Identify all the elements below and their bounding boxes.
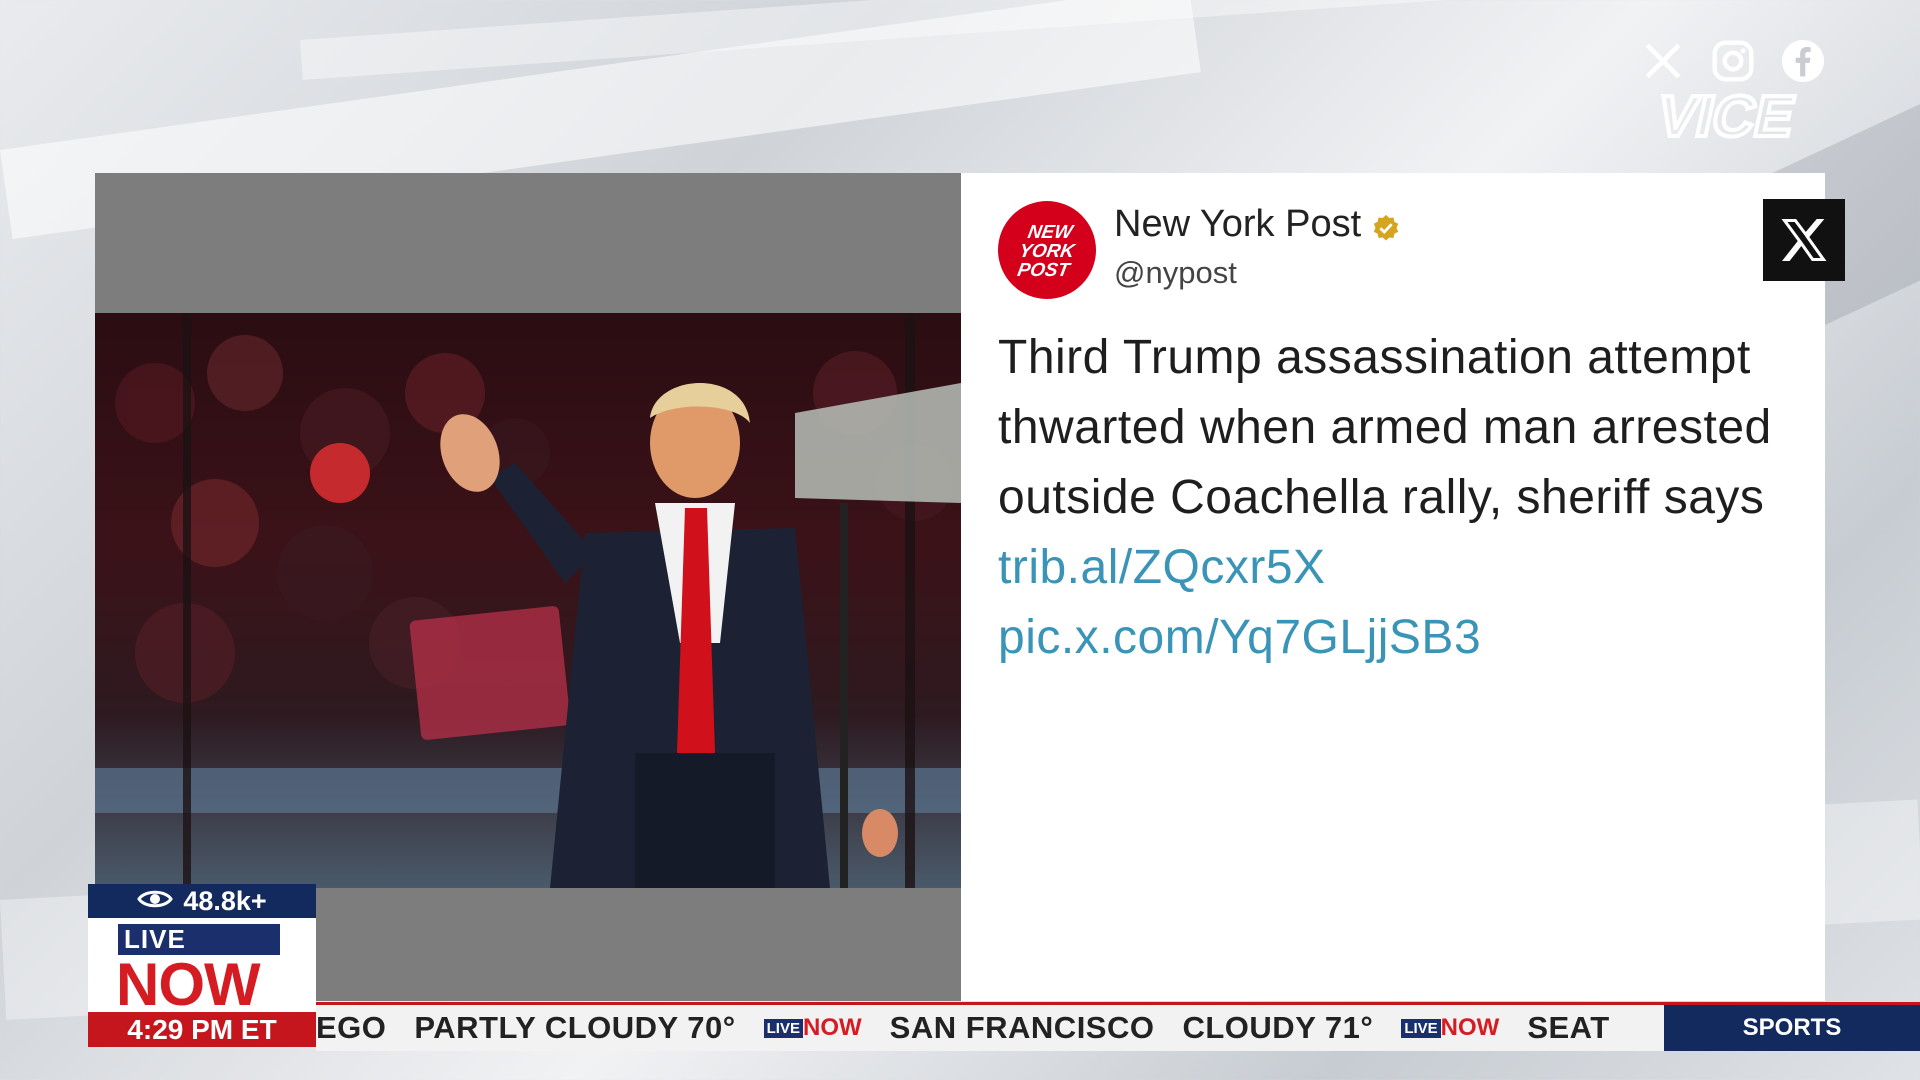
avatar-line-1: NEW	[1026, 222, 1076, 243]
ticker-logo-now: NOW	[1440, 1014, 1500, 1041]
live-now-bug: 48.8k+ LIVE NOW 4:29 PM ET	[88, 884, 316, 1047]
account-handle[interactable]: @nypost	[1114, 255, 1237, 291]
avatar-line-2: YORK	[1017, 241, 1077, 262]
ticker-logo-live: LIVE	[763, 1018, 803, 1038]
tweet: NEW YORK POST New York Post @nypost Thir…	[988, 173, 1845, 1001]
verified-badge-icon	[1371, 210, 1401, 240]
livenow-logo: LIVE NOW	[88, 918, 316, 1018]
instagram-icon	[1710, 38, 1756, 84]
account-name[interactable]: New York Post	[1114, 203, 1361, 246]
viewer-count-text: 48.8k+	[183, 885, 267, 916]
ticker-livenow-logo: LIVE NOW	[1401, 1014, 1499, 1042]
ticker-item: SEAT	[1527, 1010, 1610, 1045]
ticker-livenow-logo: LIVE NOW	[763, 1014, 862, 1042]
tweet-link-article[interactable]: trib.al/ZQcxr5X	[998, 541, 1326, 594]
nypost-avatar[interactable]: NEW YORK POST	[998, 201, 1096, 299]
x-icon	[1640, 38, 1686, 84]
avatar-line-3: POST	[1016, 260, 1074, 281]
ticker-item: SAN FRANCISCO	[889, 1010, 1155, 1045]
social-icons	[1640, 38, 1826, 84]
ticker-logo-live: LIVE	[1401, 1018, 1441, 1038]
eye-icon	[137, 886, 174, 917]
svg-text:VICE: VICE	[1652, 85, 1801, 148]
tweet-photo	[95, 313, 961, 888]
ticker-logo-now: NOW	[802, 1014, 862, 1041]
account-name-row: New York Post	[1114, 203, 1401, 246]
x-logo-badge	[1763, 199, 1845, 281]
ticker-section-label: SPORTS	[1664, 1002, 1920, 1051]
facebook-icon	[1780, 38, 1826, 84]
viewer-count: 48.8k+	[88, 884, 316, 918]
ticker-item: EGO	[316, 1010, 387, 1045]
tweet-media-panel	[95, 173, 961, 1001]
news-ticker: EGO PARTLY CLOUDY 70° LIVE NOW SAN FRANC…	[316, 1002, 1664, 1051]
tweet-text: Third Trump assassination attempt thwart…	[998, 323, 1798, 673]
ticker-item: PARTLY CLOUDY 70°	[414, 1010, 736, 1045]
tweet-body-text: Third Trump assassination attempt thwart…	[998, 331, 1772, 524]
tweet-link-pic[interactable]: pic.x.com/Yq7GLjjSB3	[998, 611, 1481, 664]
now-label: NOW	[116, 951, 261, 1018]
tweet-card: NEW YORK POST New York Post @nypost Thir…	[95, 173, 1845, 1001]
ticker-item: CLOUDY 71°	[1182, 1010, 1374, 1045]
vice-logo: VICE	[1640, 82, 1840, 151]
